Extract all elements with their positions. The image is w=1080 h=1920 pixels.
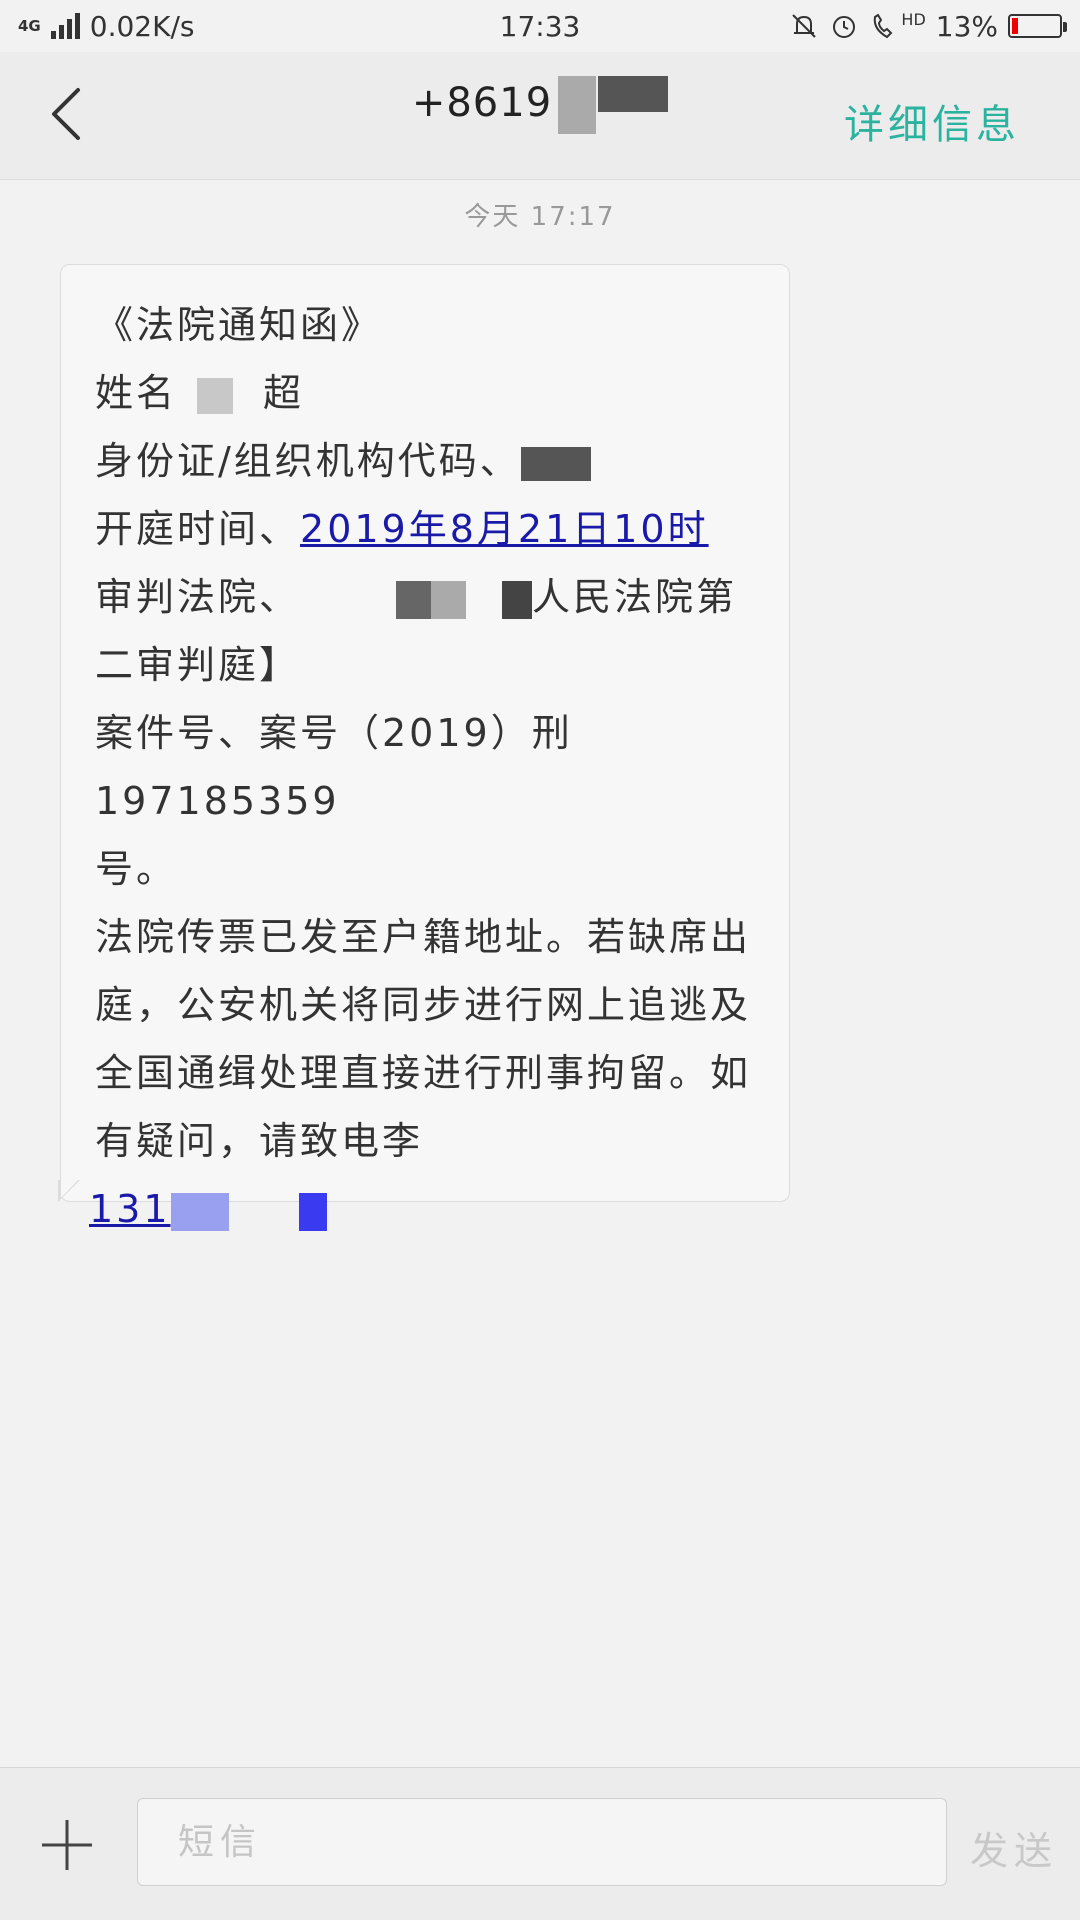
phone-number-link[interactable]: 131 (89, 1187, 327, 1231)
bubble-tail-inner (61, 1178, 80, 1198)
message-bubble[interactable]: 《法院通知函》 姓名超 身份证/组织机构代码、 开庭时间、2019年8月21日1… (60, 264, 790, 1231)
message-phone-line: 131 (89, 1175, 759, 1243)
battery-percent: 13% (935, 9, 998, 43)
status-bar: 4G 0.02K/s 17:33 HD 13% (0, 0, 1080, 52)
message-hearing-line: 开庭时间、2019年8月21日10时 (95, 507, 709, 551)
plus-icon[interactable] (40, 1818, 94, 1872)
network-speed: 0.02K/s (89, 9, 195, 43)
battery-icon (1008, 14, 1067, 38)
redacted-block (502, 580, 533, 619)
redacted-block (197, 377, 234, 414)
message-case-end: 号。 (95, 847, 178, 891)
message-case-line: 案件号、案号（2019）刑197185359 (95, 711, 573, 823)
conversation-header: +8619 详细信息 (0, 52, 1080, 180)
redacted-block (558, 76, 597, 134)
composer-bar: 发送 (0, 1767, 1080, 1920)
message-court-line: 审判法院、 人民法院第 (95, 575, 738, 619)
redacted-block (170, 1192, 229, 1231)
alarm-icon (833, 16, 856, 38)
details-button[interactable]: 详细信息 (844, 92, 1020, 150)
signal-strength-icon (50, 13, 80, 39)
status-right: HD 13% (789, 9, 1067, 43)
redacted-block (298, 1192, 327, 1231)
contact-number-text: +8619 (411, 80, 553, 126)
status-left: 4G 0.02K/s (18, 10, 194, 43)
message-name-line: 姓名超 (95, 371, 305, 415)
hd-label: HD (901, 9, 926, 29)
message-body: 法院传票已发至户籍地址。若缺席出庭，公安机关将同步进行网上追逃及全国通缉处理直接… (95, 915, 752, 1163)
redacted-block (396, 580, 467, 619)
message-court-room: 二审判庭】 (95, 643, 301, 687)
redacted-block (520, 446, 591, 481)
hd-call-icon (874, 13, 893, 39)
network-type-icon: 4G (18, 16, 41, 35)
mute-bell-icon (792, 14, 817, 38)
battery-fill (1012, 18, 1018, 34)
send-button[interactable]: 发送 (970, 1820, 1058, 1875)
redacted-block (598, 76, 669, 112)
message-title: 《法院通知函》 (95, 303, 383, 347)
message-timestamp: 今天 17:17 (464, 202, 616, 232)
message-id-line: 身份证/组织机构代码、 (95, 427, 759, 495)
hearing-date-link[interactable]: 2019年8月21日10时 (300, 507, 709, 551)
message-input[interactable] (137, 1798, 947, 1886)
